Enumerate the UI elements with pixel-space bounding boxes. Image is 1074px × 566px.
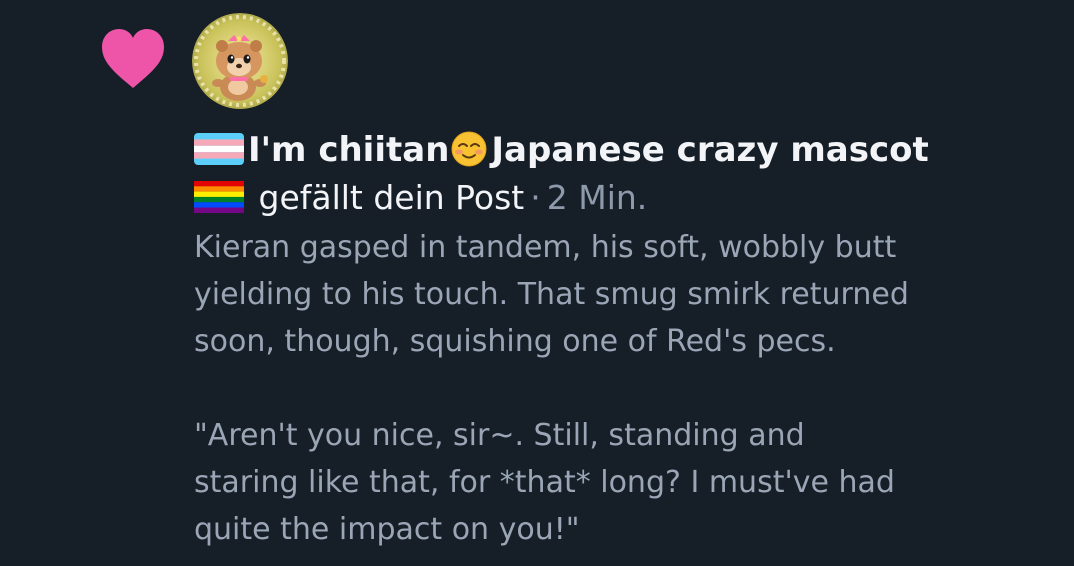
post-text-line: quite the impact on you!" [194,512,580,547]
post-preview[interactable]: Kieran gasped in tandem, his soft, wobbl… [194,224,1054,553]
user-name-part1[interactable]: I'm chiitan [248,130,449,170]
notification-title: I'm chiitan Japanese crazy mascot [194,126,1054,174]
post-text-line: "Aren't you nice, sir~. Still, standing … [194,418,805,453]
user-name-part2[interactable]: Japanese crazy mascot [491,130,928,170]
timestamp: 2 Min. [546,178,648,217]
post-text-line: staring like that, for *that* long? I mu… [194,465,895,500]
notification-content: I'm chiitan Japanese crazy mascot gefäll… [194,126,1054,553]
post-text-line: Kieran gasped in tandem, his soft, wobbl… [194,230,897,265]
heart-icon [102,29,164,88]
smiling-face-icon [451,131,487,167]
post-text-line: soon, though, squishing one of Red's pec… [194,324,836,359]
rainbow-flag-icon [194,181,244,213]
separator-dot: · [530,178,541,217]
mascot-avatar-icon [192,13,288,109]
post-text-line: yielding to his touch. That smug smirk r… [194,277,909,312]
avatar[interactable] [192,13,288,109]
trans-flag-icon [194,133,244,165]
action-text: gefällt dein Post [258,178,525,217]
like-notification[interactable]: I'm chiitan Japanese crazy mascot gefäll… [0,0,1074,566]
notification-meta: gefällt dein Post · 2 Min. [194,174,1054,222]
